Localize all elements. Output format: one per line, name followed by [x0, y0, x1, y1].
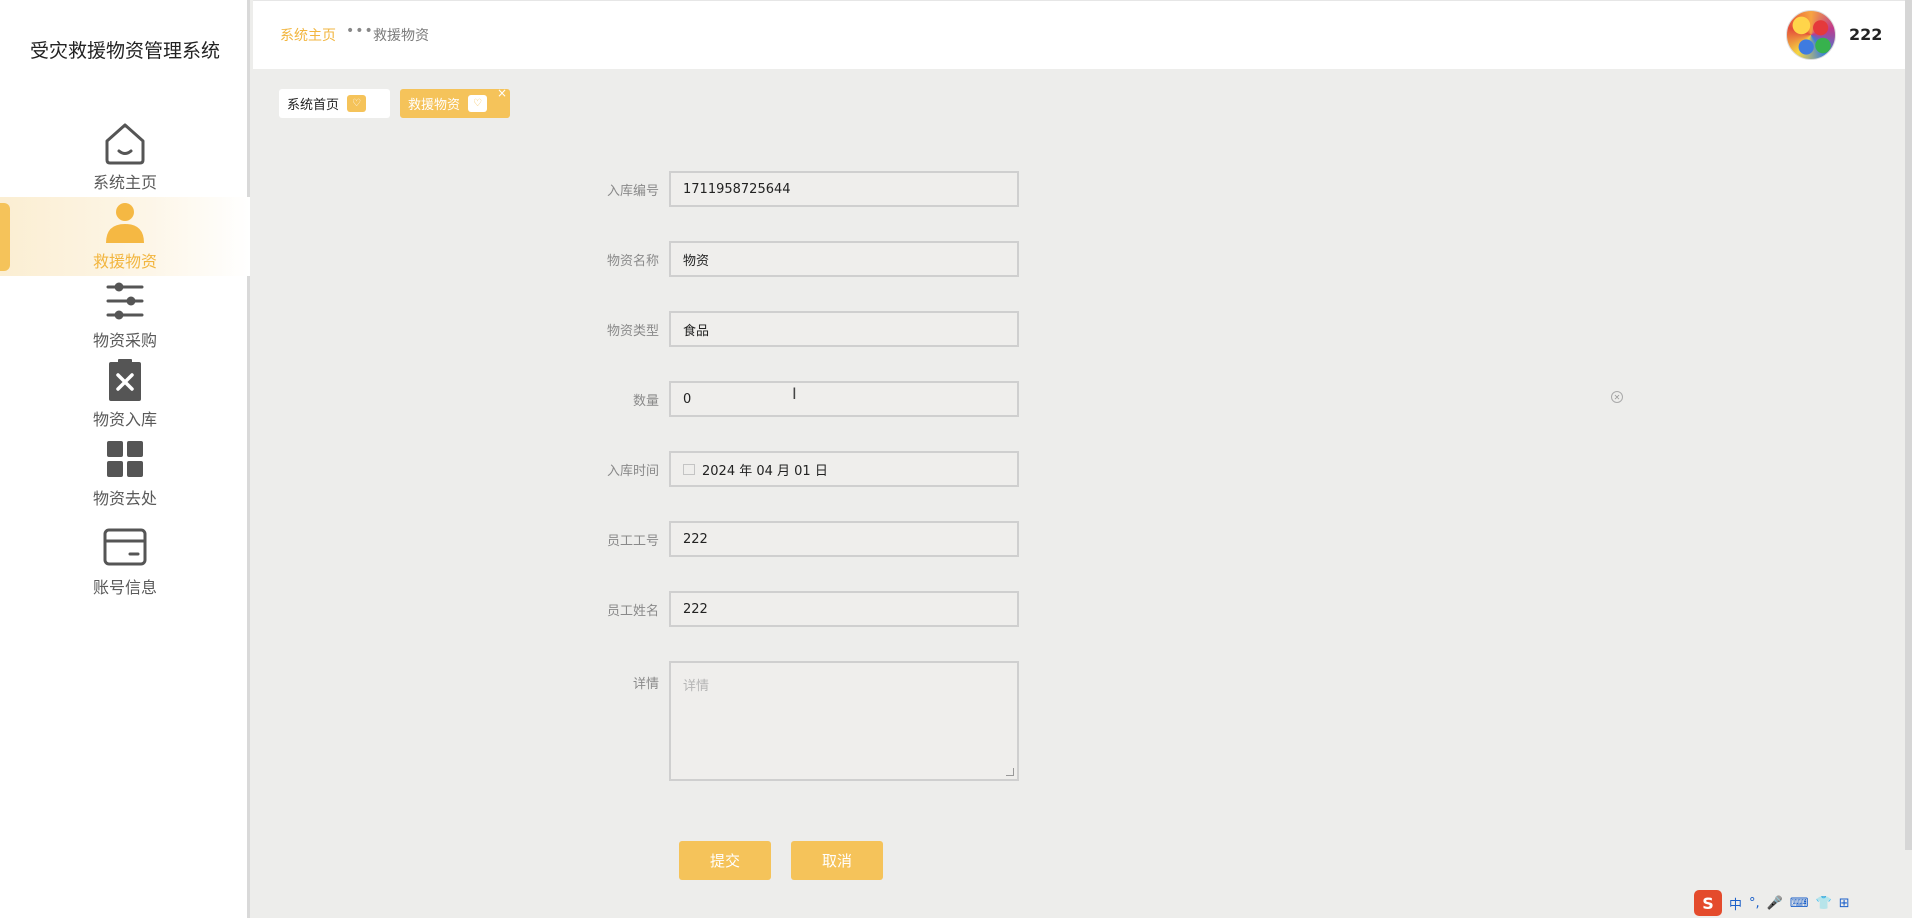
cancel-button[interactable]: 取消 — [791, 841, 883, 880]
field-label: 员工姓名 — [606, 603, 659, 619]
keyboard-icon[interactable]: ⌨ — [1790, 896, 1809, 911]
ime-punct[interactable]: °, — [1749, 896, 1760, 911]
tab-rescue-supplies[interactable]: 救援物资 ♡ — [400, 89, 510, 118]
sidebar-item-label: 账号信息 — [92, 578, 157, 597]
form-row-quantity: 数量 0 — [560, 380, 1019, 418]
sidebar: 受灾救援物资管理系统 系统主页 救援物资 物资采购 物资入库 物资去处 账号信息 — [0, 0, 250, 918]
ime-mode[interactable]: 中 — [1729, 894, 1742, 913]
form-row-supply-name: 物资名称 物资 — [560, 240, 1019, 278]
microphone-icon[interactable]: 🎤 — [1767, 896, 1783, 911]
home-icon — [100, 118, 150, 167]
user-icon — [100, 197, 150, 246]
field-value: 2024 年 04 月 01 日 — [702, 463, 828, 479]
field-label: 入库时间 — [606, 463, 659, 479]
sidebar-item-home[interactable]: 系统主页 — [0, 118, 250, 197]
sidebar-nav: 系统主页 救援物资 物资采购 物资入库 物资去处 账号信息 — [0, 118, 250, 602]
sidebar-item-label: 物资入库 — [92, 410, 157, 429]
field-value: 1711958725644 — [683, 181, 791, 197]
tab-label: 救援物资 — [408, 98, 461, 113]
card-icon — [100, 522, 150, 572]
heart-icon: ♡ — [347, 95, 367, 112]
username[interactable]: 222 — [1849, 25, 1882, 44]
tab-home[interactable]: 系统首页 ♡ — [279, 89, 390, 118]
field-value: 0 — [683, 391, 692, 407]
tab-close-icon[interactable]: × — [497, 86, 507, 100]
sidebar-item-destination[interactable]: 物资去处 — [0, 434, 250, 513]
field-value: 物资 — [683, 253, 710, 269]
staff-name-input[interactable]: 222 — [669, 591, 1019, 627]
ime-toolbar: S 中 °, 🎤 ⌨ 👕 ⊞ — [1694, 888, 1912, 918]
field-label: 入库编号 — [606, 183, 659, 199]
sidebar-item-account[interactable]: 账号信息 — [0, 513, 250, 602]
calendar-icon — [683, 463, 695, 475]
toolbox-icon[interactable]: ⊞ — [1839, 896, 1850, 911]
breadcrumb-home[interactable]: 系统主页 — [280, 25, 336, 45]
form-row-stock-date: 入库时间 2024 年 04 月 01 日 — [560, 450, 1019, 488]
supply-type-input[interactable]: 食品 — [669, 311, 1019, 347]
clear-icon[interactable]: ✕ — [1611, 391, 1623, 403]
ime-logo-icon[interactable]: S — [1694, 890, 1722, 916]
form-row-details: 详情 详情 — [560, 661, 1019, 781]
grid-icon — [100, 434, 150, 483]
details-placeholder: 详情 — [683, 679, 710, 694]
clipboard-x-icon — [100, 355, 150, 404]
sidebar-item-purchase[interactable]: 物资采购 — [0, 276, 250, 355]
form-row-staff-id: 员工工号 222 — [560, 520, 1019, 558]
field-value: 食品 — [683, 323, 710, 339]
form-row-stock-no: 入库编号 1711958725644 — [560, 170, 1019, 208]
app-title: 受灾救援物资管理系统 — [29, 40, 220, 62]
sidebar-item-label: 物资去处 — [92, 489, 157, 508]
resize-handle[interactable] — [1006, 768, 1014, 776]
details-textarea[interactable]: 详情 — [669, 661, 1019, 781]
heart-icon: ♡ — [468, 95, 488, 112]
page-scrollbar[interactable] — [1905, 0, 1912, 850]
supply-name-input[interactable]: 物资 — [669, 241, 1019, 277]
text-cursor-icon: I — [792, 384, 797, 403]
form-row-staff-name: 员工姓名 222 — [560, 590, 1019, 628]
breadcrumb-separator: ••• — [346, 23, 374, 39]
sidebar-item-warehousing[interactable]: 物资入库 — [0, 355, 250, 434]
tab-label: 系统首页 — [287, 98, 340, 113]
avatar[interactable] — [1786, 10, 1836, 60]
skin-icon[interactable]: 👕 — [1816, 896, 1832, 911]
form-row-supply-type: 物资类型 食品 — [560, 310, 1019, 348]
field-value: 222 — [683, 531, 708, 547]
top-header: 系统主页 ••• 救援物资 222 — [253, 0, 1912, 69]
active-indicator — [0, 203, 10, 271]
field-label: 物资类型 — [606, 323, 659, 339]
stock-no-input[interactable]: 1711958725644 — [669, 171, 1019, 207]
submit-button[interactable]: 提交 — [679, 841, 771, 880]
quantity-input[interactable]: 0 — [669, 381, 1019, 417]
field-label: 物资名称 — [606, 253, 659, 269]
breadcrumb-current: 救援物资 — [373, 28, 429, 44]
field-label: 详情 — [632, 677, 659, 692]
field-value: 222 — [683, 601, 708, 617]
sidebar-item-label: 系统主页 — [92, 173, 157, 192]
stock-date-input[interactable]: 2024 年 04 月 01 日 — [669, 451, 1019, 487]
sidebar-item-label: 物资采购 — [92, 331, 157, 350]
sliders-icon — [100, 276, 150, 325]
field-label: 数量 — [632, 393, 659, 409]
sidebar-item-label: 救援物资 — [92, 252, 157, 271]
field-label: 员工工号 — [606, 533, 659, 549]
sidebar-item-rescue-supplies[interactable]: 救援物资 — [0, 197, 250, 276]
staff-id-input[interactable]: 222 — [669, 521, 1019, 557]
